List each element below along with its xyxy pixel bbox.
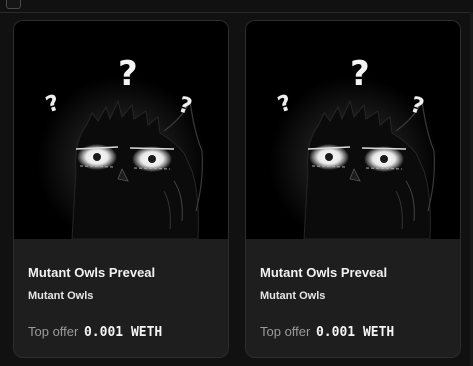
nft-image[interactable]: ? ? ? bbox=[14, 21, 228, 239]
nft-image[interactable]: ? ? ? bbox=[246, 21, 460, 239]
nft-name[interactable]: Mutant Owls Preveal bbox=[28, 265, 214, 280]
collection-name[interactable]: Mutant Owls bbox=[260, 290, 446, 302]
top-toolbar bbox=[0, 0, 473, 13]
svg-text:?: ? bbox=[118, 54, 138, 94]
top-offer-value: 0.001 WETH bbox=[315, 325, 395, 340]
nft-name[interactable]: Mutant Owls Preveal bbox=[260, 265, 446, 280]
nft-card[interactable]: ? ? ? Mutant Owls Preveal Mutant Owls To… bbox=[13, 20, 229, 358]
top-offer: Top offer 0.001 WETH bbox=[28, 324, 214, 340]
top-offer-label: Top offer bbox=[260, 324, 311, 339]
select-all-checkbox[interactable] bbox=[6, 0, 21, 9]
nft-card[interactable]: ? ? ? Mutant Owls Preveal Mutant Owls To… bbox=[245, 20, 461, 358]
collection-name[interactable]: Mutant Owls bbox=[28, 290, 214, 302]
top-offer-value: 0.001 WETH bbox=[83, 325, 163, 340]
svg-text:?: ? bbox=[350, 54, 370, 94]
top-offer: Top offer 0.001 WETH bbox=[260, 324, 446, 340]
top-offer-label: Top offer bbox=[28, 324, 79, 339]
